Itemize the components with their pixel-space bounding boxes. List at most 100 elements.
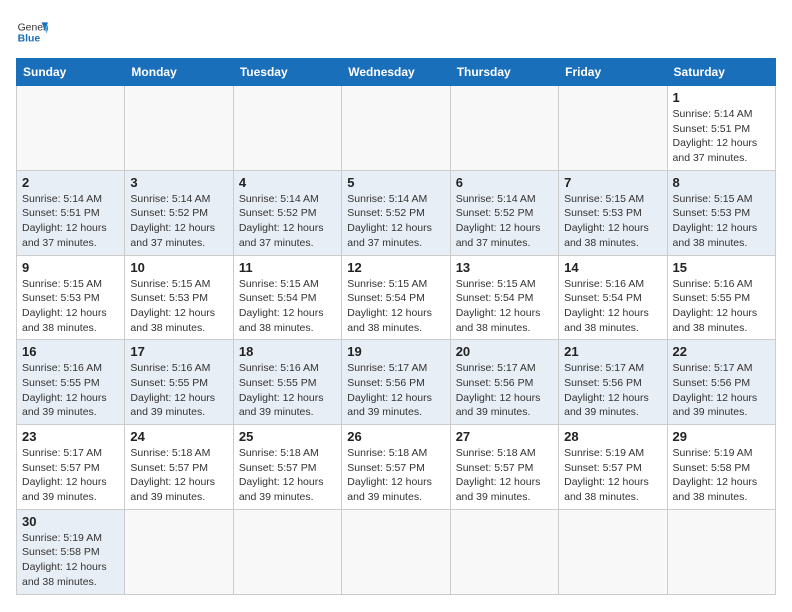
calendar-cell: 23Sunrise: 5:17 AMSunset: 5:57 PMDayligh… (17, 425, 125, 510)
day-info: Sunrise: 5:16 AMSunset: 5:55 PMDaylight:… (130, 361, 227, 420)
calendar-cell: 11 Sunrise: 5:15 AMSunset: 5:54 PMDayligh… (233, 255, 341, 340)
calendar-cell (17, 86, 125, 171)
day-number: 24 (130, 429, 227, 444)
day-info: Sunrise: 5:16 AMSunset: 5:55 PMDaylight:… (22, 361, 119, 420)
day-number: 20 (456, 344, 553, 359)
day-info: Sunrise: 5:15 AMSunset: 5:53 PMDaylight:… (673, 192, 770, 251)
day-info: Sunrise: 5:14 AMSunset: 5:52 PMDaylight:… (347, 192, 444, 251)
day-number: 8 (673, 175, 770, 190)
calendar-cell (450, 86, 558, 171)
day-info: Sunrise: 5:14 AMSunset: 5:52 PMDaylight:… (239, 192, 336, 251)
calendar-cell: 12 Sunrise: 5:15 AMSunset: 5:54 PMDayligh… (342, 255, 450, 340)
calendar-cell: 13 Sunrise: 5:15 AMSunset: 5:54 PMDayligh… (450, 255, 558, 340)
day-info: Sunrise: 5:17 AMSunset: 5:56 PMDaylight:… (456, 361, 553, 420)
day-info: Sunrise: 5:17 AMSunset: 5:56 PMDaylight:… (564, 361, 661, 420)
day-info: Sunrise: 5:16 AMSunset: 5:54 PMDaylight:… (564, 277, 661, 336)
day-info: Sunrise: 5:17 AMSunset: 5:57 PMDaylight:… (22, 446, 119, 505)
weekday-header-wednesday: Wednesday (342, 59, 450, 86)
logo-icon: General Blue (16, 16, 48, 48)
weekday-header-row: SundayMondayTuesdayWednesdayThursdayFrid… (17, 59, 776, 86)
calendar-cell: 29Sunrise: 5:19 AMSunset: 5:58 PMDayligh… (667, 425, 775, 510)
day-number: 26 (347, 429, 444, 444)
calendar-week-row: 16Sunrise: 5:16 AMSunset: 5:55 PMDayligh… (17, 340, 776, 425)
svg-text:Blue: Blue (18, 34, 41, 45)
day-number: 1 (673, 90, 770, 105)
day-info: Sunrise: 5:18 AMSunset: 5:57 PMDaylight:… (130, 446, 227, 505)
day-number: 27 (456, 429, 553, 444)
day-info: Sunrise: 5:16 AMSunset: 5:55 PMDaylight:… (239, 361, 336, 420)
day-info: Sunrise: 5:14 AMSunset: 5:51 PMDaylight:… (22, 192, 119, 251)
day-info: Sunrise: 5:15 AMSunset: 5:54 PMDaylight:… (347, 277, 444, 336)
calendar-cell (342, 509, 450, 594)
day-info: Sunrise: 5:15 AMSunset: 5:54 PMDaylight:… (456, 277, 553, 336)
calendar-cell: 5 Sunrise: 5:14 AMSunset: 5:52 PMDaylight… (342, 170, 450, 255)
day-number: 3 (130, 175, 227, 190)
calendar-cell: 6Sunrise: 5:14 AMSunset: 5:52 PMDaylight… (450, 170, 558, 255)
calendar-week-row: 23Sunrise: 5:17 AMSunset: 5:57 PMDayligh… (17, 425, 776, 510)
logo: General Blue (16, 16, 52, 48)
day-info: Sunrise: 5:17 AMSunset: 5:56 PMDaylight:… (673, 361, 770, 420)
calendar-week-row: 9 Sunrise: 5:15 AMSunset: 5:53 PMDaylight… (17, 255, 776, 340)
calendar-cell: 17Sunrise: 5:16 AMSunset: 5:55 PMDayligh… (125, 340, 233, 425)
day-number: 2 (22, 175, 119, 190)
calendar-cell: 24 Sunrise: 5:18 AMSunset: 5:57 PMDayligh… (125, 425, 233, 510)
calendar-cell: 7 Sunrise: 5:15 AMSunset: 5:53 PMDaylight… (559, 170, 667, 255)
calendar-cell: 1 Sunrise: 5:14 AMSunset: 5:51 PMDaylight… (667, 86, 775, 171)
calendar-cell: 25Sunrise: 5:18 AMSunset: 5:57 PMDayligh… (233, 425, 341, 510)
weekday-header-sunday: Sunday (17, 59, 125, 86)
day-info: Sunrise: 5:17 AMSunset: 5:56 PMDaylight:… (347, 361, 444, 420)
calendar-cell: 21 Sunrise: 5:17 AMSunset: 5:56 PMDayligh… (559, 340, 667, 425)
day-number: 13 (456, 260, 553, 275)
calendar-table: SundayMondayTuesdayWednesdayThursdayFrid… (16, 58, 776, 595)
calendar-cell (342, 86, 450, 171)
weekday-header-thursday: Thursday (450, 59, 558, 86)
calendar-cell (559, 509, 667, 594)
day-info: Sunrise: 5:15 AMSunset: 5:53 PMDaylight:… (130, 277, 227, 336)
calendar-cell: 10 Sunrise: 5:15 AMSunset: 5:53 PMDayligh… (125, 255, 233, 340)
day-number: 21 (564, 344, 661, 359)
calendar-cell: 26 Sunrise: 5:18 AMSunset: 5:57 PMDayligh… (342, 425, 450, 510)
calendar-cell: 22Sunrise: 5:17 AMSunset: 5:56 PMDayligh… (667, 340, 775, 425)
day-number: 12 (347, 260, 444, 275)
calendar-cell: 15Sunrise: 5:16 AMSunset: 5:55 PMDayligh… (667, 255, 775, 340)
calendar-week-row: 2 Sunrise: 5:14 AMSunset: 5:51 PMDaylight… (17, 170, 776, 255)
calendar-cell (233, 509, 341, 594)
calendar-cell: 2 Sunrise: 5:14 AMSunset: 5:51 PMDaylight… (17, 170, 125, 255)
day-info: Sunrise: 5:15 AMSunset: 5:53 PMDaylight:… (564, 192, 661, 251)
calendar-cell: 19 Sunrise: 5:17 AMSunset: 5:56 PMDayligh… (342, 340, 450, 425)
calendar-cell: 28Sunrise: 5:19 AMSunset: 5:57 PMDayligh… (559, 425, 667, 510)
day-info: Sunrise: 5:14 AMSunset: 5:51 PMDaylight:… (673, 107, 770, 166)
day-number: 30 (22, 514, 119, 529)
day-info: Sunrise: 5:18 AMSunset: 5:57 PMDaylight:… (239, 446, 336, 505)
day-info: Sunrise: 5:14 AMSunset: 5:52 PMDaylight:… (130, 192, 227, 251)
day-number: 6 (456, 175, 553, 190)
calendar-week-row: 30 Sunrise: 5:19 AMSunset: 5:58 PMDayligh… (17, 509, 776, 594)
weekday-header-monday: Monday (125, 59, 233, 86)
day-number: 15 (673, 260, 770, 275)
page-header: General Blue (16, 16, 776, 48)
day-number: 5 (347, 175, 444, 190)
calendar-cell: 18Sunrise: 5:16 AMSunset: 5:55 PMDayligh… (233, 340, 341, 425)
calendar-cell: 20 Sunrise: 5:17 AMSunset: 5:56 PMDayligh… (450, 340, 558, 425)
calendar-cell: 27Sunrise: 5:18 AMSunset: 5:57 PMDayligh… (450, 425, 558, 510)
calendar-cell: 14 Sunrise: 5:16 AMSunset: 5:54 PMDayligh… (559, 255, 667, 340)
day-info: Sunrise: 5:18 AMSunset: 5:57 PMDaylight:… (347, 446, 444, 505)
day-number: 4 (239, 175, 336, 190)
day-number: 28 (564, 429, 661, 444)
day-number: 7 (564, 175, 661, 190)
day-info: Sunrise: 5:19 AMSunset: 5:58 PMDaylight:… (22, 531, 119, 590)
weekday-header-saturday: Saturday (667, 59, 775, 86)
weekday-header-friday: Friday (559, 59, 667, 86)
day-number: 14 (564, 260, 661, 275)
day-info: Sunrise: 5:15 AMSunset: 5:54 PMDaylight:… (239, 277, 336, 336)
day-info: Sunrise: 5:19 AMSunset: 5:58 PMDaylight:… (673, 446, 770, 505)
calendar-cell (559, 86, 667, 171)
calendar-cell (125, 509, 233, 594)
day-number: 9 (22, 260, 119, 275)
weekday-header-tuesday: Tuesday (233, 59, 341, 86)
day-number: 11 (239, 260, 336, 275)
calendar-cell: 9Sunrise: 5:15 AMSunset: 5:53 PMDaylight… (17, 255, 125, 340)
calendar-week-row: 1 Sunrise: 5:14 AMSunset: 5:51 PMDaylight… (17, 86, 776, 171)
day-number: 19 (347, 344, 444, 359)
day-number: 10 (130, 260, 227, 275)
